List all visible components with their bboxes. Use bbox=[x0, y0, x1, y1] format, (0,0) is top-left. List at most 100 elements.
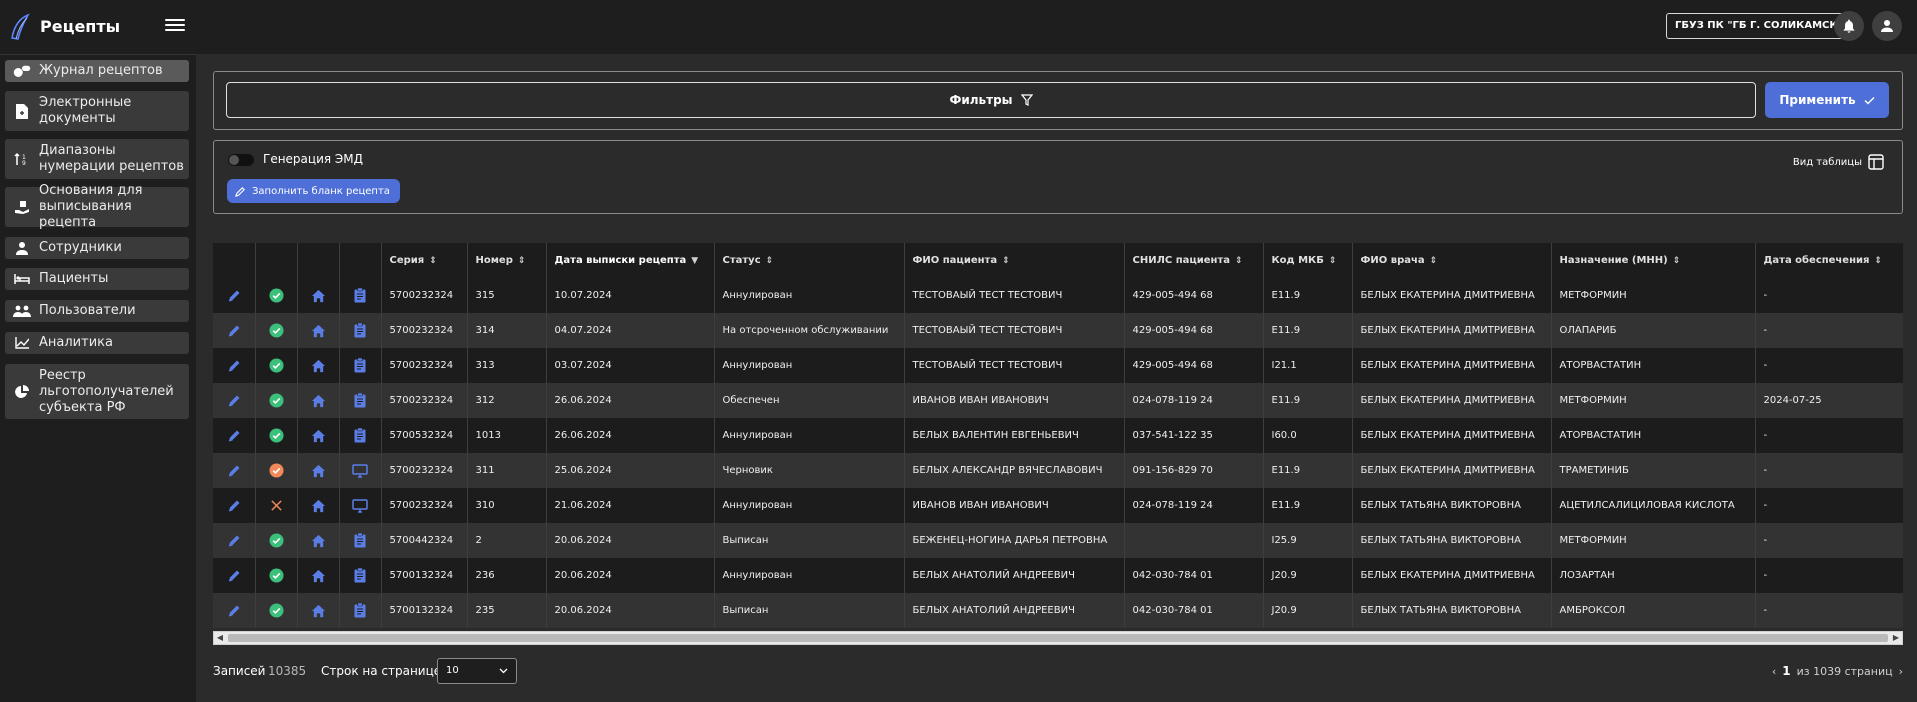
app-title: Рецепты bbox=[40, 17, 121, 36]
emd-generation-toggle[interactable] bbox=[228, 154, 254, 166]
drug-cell: МЕТФОРМИН bbox=[1551, 383, 1756, 418]
organization-badge[interactable]: ГБУЗ ПК "ГБ Г. СОЛИКАМСК" bbox=[1666, 13, 1852, 39]
edit-icon[interactable] bbox=[226, 288, 242, 304]
column-header-mkb[interactable]: Код МКБ ⇕ bbox=[1263, 243, 1353, 278]
notifications-button[interactable] bbox=[1834, 11, 1864, 41]
status-cell: На отсроченном обслуживании bbox=[714, 313, 905, 348]
clipboard-icon[interactable] bbox=[352, 323, 368, 339]
check-circle-icon bbox=[268, 288, 284, 304]
sidebar-item-employees[interactable]: Сотрудники bbox=[5, 237, 189, 259]
apply-button[interactable]: Применить bbox=[1765, 82, 1889, 118]
clipboard-icon[interactable] bbox=[352, 428, 368, 444]
table-row[interactable]: 5700132324 235 20.06.2024 Выписан БЕЛЫХ АНАТ… bbox=[213, 593, 1903, 628]
document-icon bbox=[5, 103, 39, 119]
sidebar-item-number-ranges[interactable]: 19 Диапазоны нумерации рецептов bbox=[5, 139, 189, 179]
sidebar-item-users[interactable]: Пользователи bbox=[5, 300, 189, 322]
column-header-patient[interactable]: ФИО пациента ⇕ bbox=[904, 243, 1125, 278]
home-icon[interactable] bbox=[310, 288, 326, 304]
table-row[interactable]: 5700232324 313 03.07.2024 Аннулирован ТЕСТОВ… bbox=[213, 348, 1903, 383]
edit-icon[interactable] bbox=[226, 498, 242, 514]
number-cell: 236 bbox=[467, 558, 547, 593]
edit-icon[interactable] bbox=[226, 603, 242, 619]
scrollbar-thumb[interactable] bbox=[228, 634, 1888, 642]
supply-date-cell: - bbox=[1755, 523, 1903, 558]
table-row[interactable]: 5700442324 2 20.06.2024 Выписан БЕЖЕНЕЦ-НОГИ… bbox=[213, 523, 1903, 558]
edit-icon[interactable] bbox=[226, 428, 242, 444]
home-icon[interactable] bbox=[310, 568, 326, 584]
table-row[interactable]: 5700132324 236 20.06.2024 Аннулирован БЕЛЫХ … bbox=[213, 558, 1903, 593]
table-row[interactable]: 5700232324 315 10.07.2024 Аннулирован ТЕСТОВ… bbox=[213, 278, 1903, 313]
filters-button[interactable]: Фильтры bbox=[226, 82, 1756, 118]
table-view-button[interactable]: Вид таблицы bbox=[1793, 154, 1884, 170]
pagination: ‹ 1 из 1039 страниц › bbox=[1772, 664, 1903, 678]
home-icon[interactable] bbox=[310, 463, 326, 479]
fill-prescription-button[interactable]: Заполнить бланк рецепта bbox=[227, 179, 400, 203]
edit-icon[interactable] bbox=[226, 358, 242, 374]
supply-date-cell: - bbox=[1755, 418, 1903, 453]
next-page-icon[interactable]: › bbox=[1899, 665, 1903, 678]
sidebar-item-analytics[interactable]: Аналитика bbox=[5, 332, 189, 354]
sidebar-item-beneficiary-registry[interactable]: Реестр льготополучателей субъекта РФ bbox=[5, 364, 189, 419]
horizontal-scrollbar[interactable]: ◀ ▶ bbox=[213, 631, 1903, 645]
prev-page-icon[interactable]: ‹ bbox=[1772, 665, 1776, 678]
home-icon[interactable] bbox=[310, 498, 326, 514]
monitor-icon[interactable] bbox=[352, 498, 368, 514]
menu-toggle-icon[interactable] bbox=[165, 16, 185, 36]
table-row[interactable]: 5700232324 311 25.06.2024 Черновик БЕЛЫХ АЛЕ… bbox=[213, 453, 1903, 488]
table-row[interactable]: 5700532324 1013 26.06.2024 Аннулирован БЕЛЫХ… bbox=[213, 418, 1903, 453]
sidebar-item-prescription-journal[interactable]: Журнал рецептов bbox=[5, 60, 189, 82]
home-icon[interactable] bbox=[310, 358, 326, 374]
clipboard-cell bbox=[339, 383, 382, 418]
patient-name-cell: ИВАНОВ ИВАН ИВАНОВИЧ bbox=[904, 383, 1125, 418]
column-header-status[interactable]: Статус ⇕ bbox=[714, 243, 905, 278]
column-header-drug[interactable]: Назначение (МНН) ⇕ bbox=[1551, 243, 1756, 278]
mkb-code-cell: E11.9 bbox=[1263, 383, 1353, 418]
column-header-supply-date[interactable]: Дата обеспечения ⇕ bbox=[1755, 243, 1903, 278]
scroll-right-icon[interactable]: ▶ bbox=[1890, 632, 1902, 644]
table-row[interactable]: 5700232324 312 26.06.2024 Обеспечен ИВАНОВ И… bbox=[213, 383, 1903, 418]
column-header-doctor[interactable]: ФИО врача ⇕ bbox=[1352, 243, 1552, 278]
profile-button[interactable] bbox=[1872, 11, 1902, 41]
clipboard-icon[interactable] bbox=[352, 568, 368, 584]
column-header-issue-date[interactable]: Дата выписки рецепта ▼ bbox=[546, 243, 715, 278]
edit-icon[interactable] bbox=[226, 393, 242, 409]
check-circle-icon bbox=[268, 428, 284, 444]
sidebar-item-electronic-documents[interactable]: Электронные документы bbox=[5, 91, 189, 131]
table-row[interactable]: 5700232324 310 21.06.2024 Аннулирован ИВАНОВ… bbox=[213, 488, 1903, 523]
edit-icon[interactable] bbox=[226, 568, 242, 584]
check-circle-icon bbox=[268, 323, 284, 339]
column-header-series[interactable]: Серия ⇕ bbox=[381, 243, 468, 278]
clipboard-icon[interactable] bbox=[352, 533, 368, 549]
column-header-snils[interactable]: СНИЛС пациента ⇕ bbox=[1124, 243, 1264, 278]
clipboard-cell bbox=[339, 523, 382, 558]
sidebar-item-patients[interactable]: Пациенты bbox=[5, 268, 189, 290]
home-icon[interactable] bbox=[310, 603, 326, 619]
pie-chart-icon bbox=[5, 384, 39, 399]
edit-icon[interactable] bbox=[226, 533, 242, 549]
edit-icon[interactable] bbox=[226, 323, 242, 339]
doctor-name-cell: БЕЛЫХ ЕКАТЕРИНА ДМИТРИЕВНА bbox=[1352, 418, 1552, 453]
monitor-icon[interactable] bbox=[352, 463, 368, 479]
user-icon bbox=[1881, 20, 1893, 32]
edit-cell bbox=[213, 313, 256, 348]
home-cell bbox=[297, 593, 340, 628]
clipboard-icon[interactable] bbox=[352, 358, 368, 374]
table-row[interactable]: 5700232324 314 04.07.2024 На отсроченном об… bbox=[213, 313, 1903, 348]
drug-cell: АЦЕТИЛСАЛИЦИЛОВАЯ КИСЛОТА bbox=[1551, 488, 1756, 523]
column-header-number[interactable]: Номер ⇕ bbox=[467, 243, 547, 278]
sort-icon: ⇕ bbox=[1235, 256, 1243, 266]
home-icon[interactable] bbox=[310, 323, 326, 339]
home-icon[interactable] bbox=[310, 533, 326, 549]
bed-icon bbox=[5, 273, 39, 285]
bell-icon bbox=[1843, 19, 1855, 33]
rows-per-page-select[interactable]: 10 bbox=[437, 658, 517, 684]
scroll-left-icon[interactable]: ◀ bbox=[214, 632, 226, 644]
home-icon[interactable] bbox=[310, 393, 326, 409]
sidebar-item-prescription-grounds[interactable]: Основания для выписывания рецепта bbox=[5, 183, 189, 230]
clipboard-icon[interactable] bbox=[352, 288, 368, 304]
clipboard-icon[interactable] bbox=[352, 393, 368, 409]
home-icon[interactable] bbox=[310, 428, 326, 444]
edit-icon[interactable] bbox=[226, 463, 242, 479]
series-cell: 5700232324 bbox=[381, 453, 468, 488]
clipboard-icon[interactable] bbox=[352, 603, 368, 619]
